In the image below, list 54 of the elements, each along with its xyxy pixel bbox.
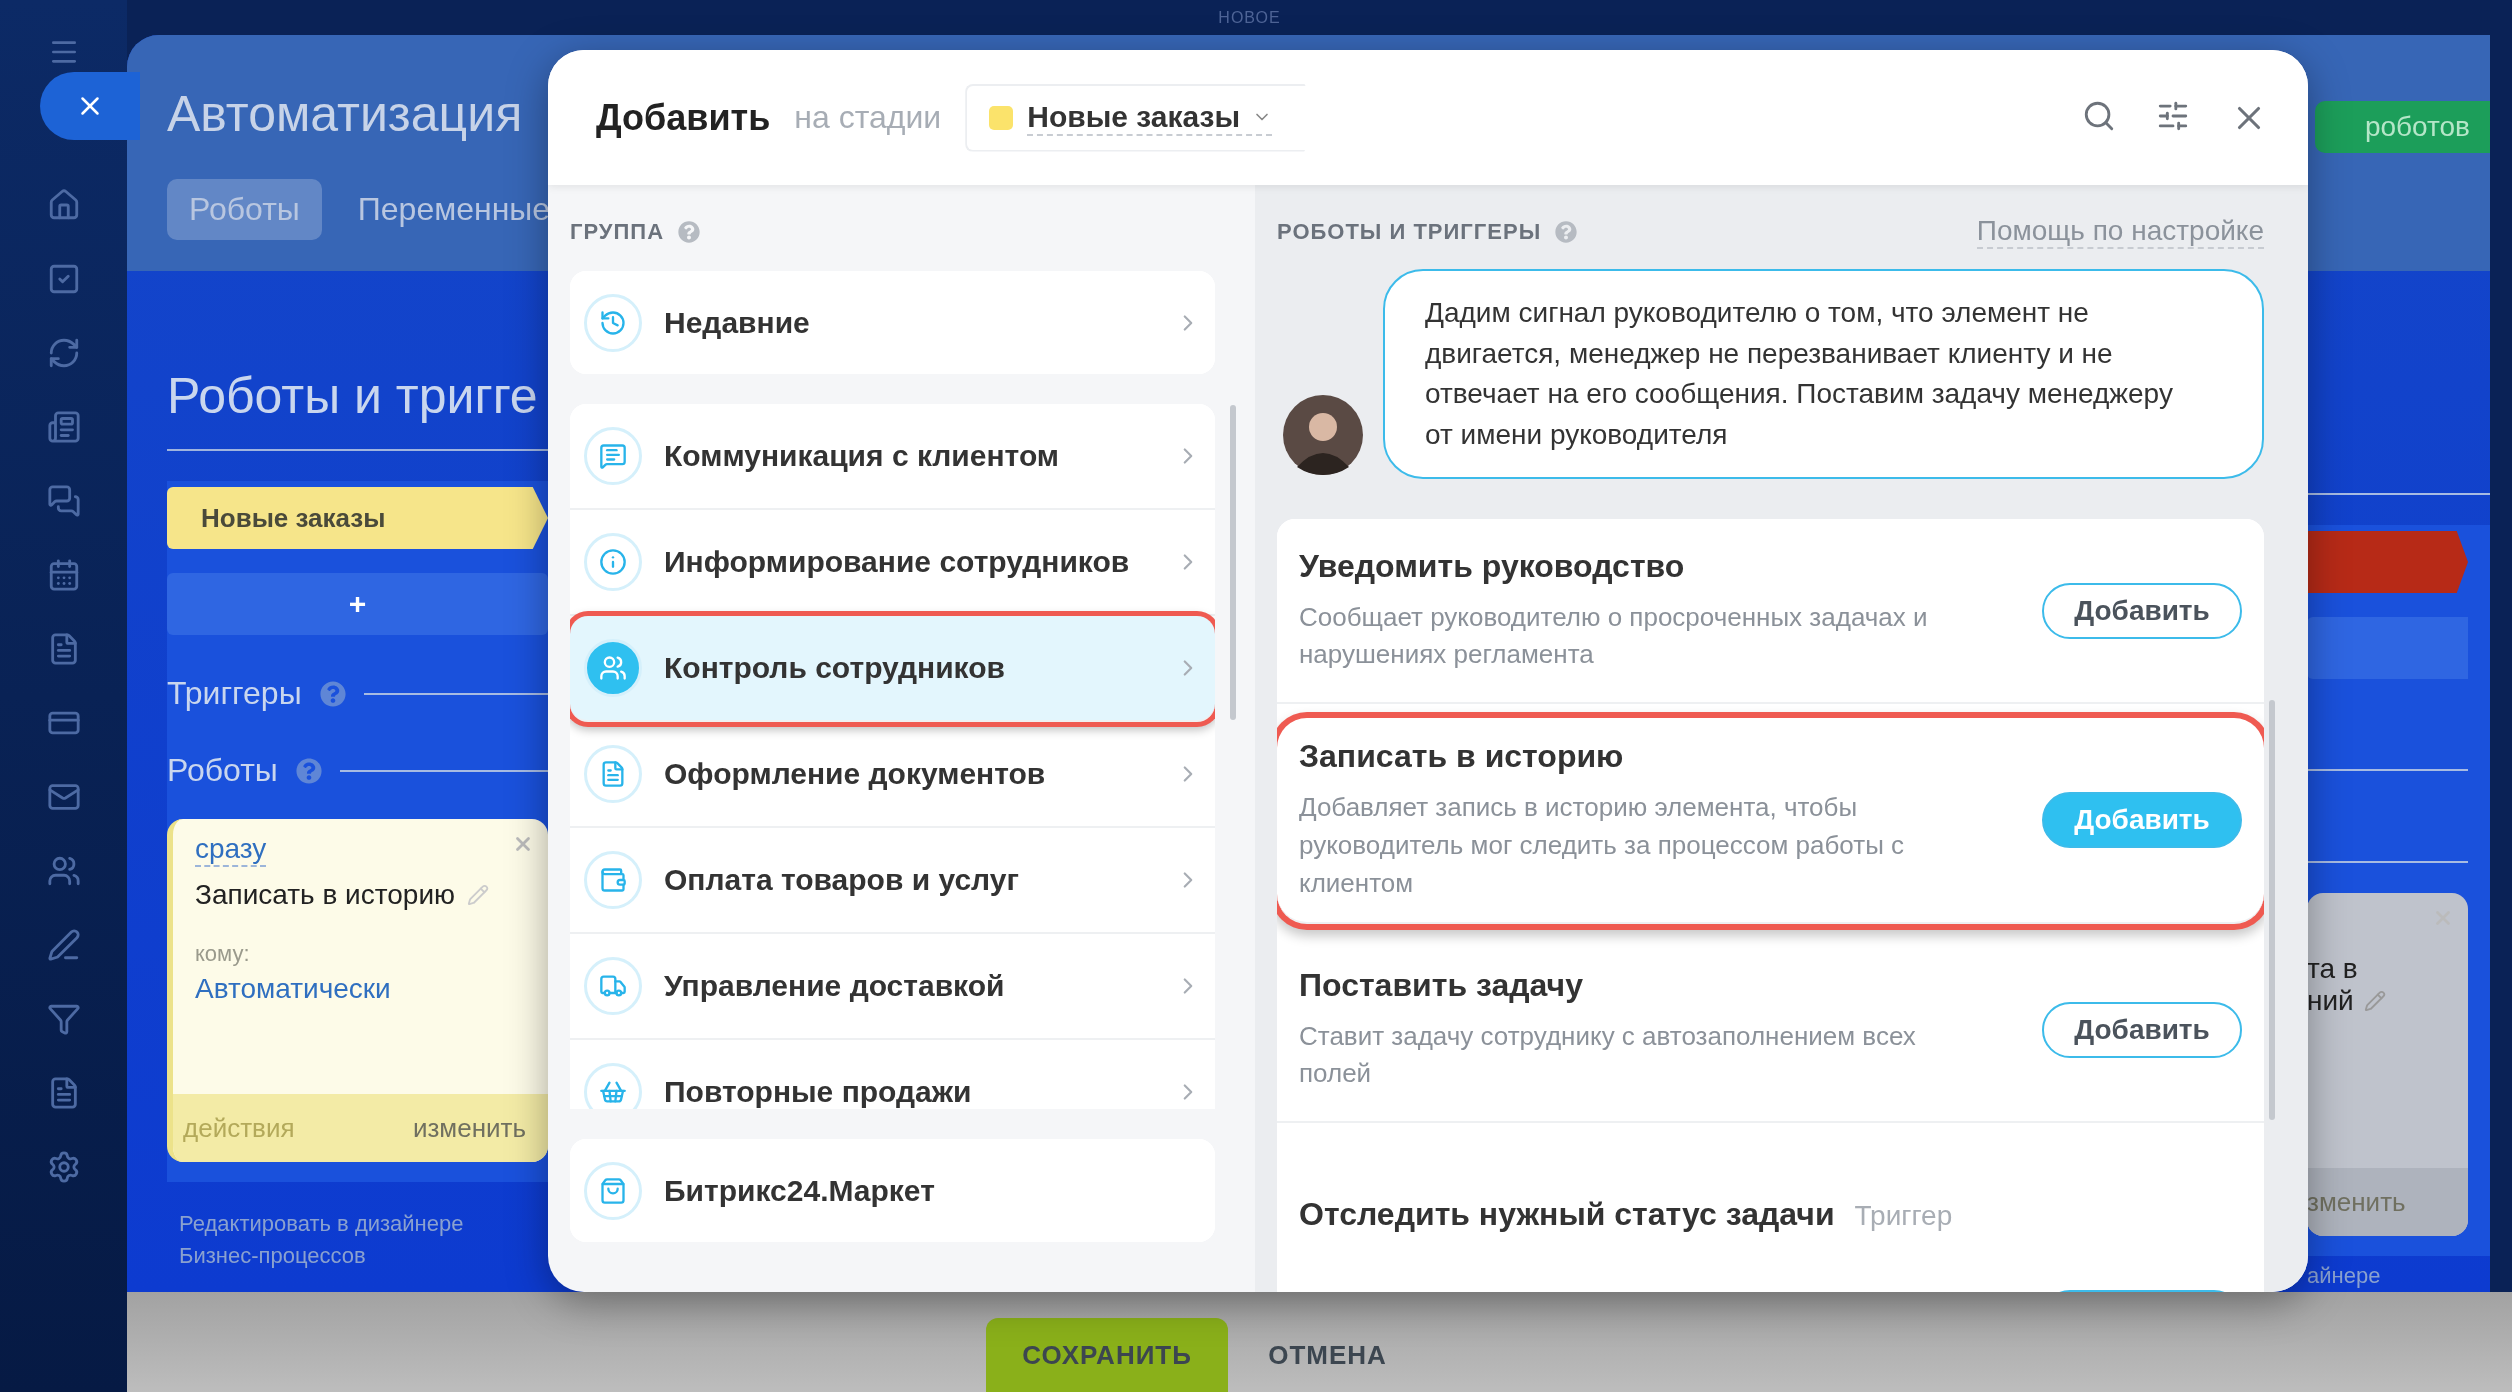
edit-link[interactable]: изменить — [412, 1112, 526, 1144]
help-icon[interactable] — [678, 221, 701, 243]
group-icon — [584, 851, 642, 909]
group-icon — [584, 1063, 642, 1109]
group-heading: ГРУППА — [570, 219, 665, 245]
users-icon[interactable] — [46, 854, 81, 888]
panel-title: Автоматизация — [167, 85, 524, 143]
triggers-label: Триггеры — [167, 675, 302, 713]
group-item[interactable]: Оформление документов — [570, 722, 1215, 828]
pencil-icon[interactable] — [467, 884, 490, 907]
timing-link[interactable]: сразу — [195, 833, 267, 868]
robot-title-fragment: та в — [2307, 953, 2359, 986]
filter-icon[interactable] — [46, 1002, 81, 1036]
save-button[interactable]: СОХРАНИТЬ — [986, 1318, 1229, 1392]
add-button[interactable]: Добавить — [2042, 582, 2242, 639]
robots-heading: РОБОТЫ И ТРИГГЕРЫ — [1277, 219, 1542, 245]
designer-link[interactable]: айнере — [2307, 1260, 2467, 1292]
group-icon — [584, 427, 642, 485]
tip-bubble: Дадим сигнал руководителю о том, что элемент не двигается, менеджер не перезванивает клиенту и не отвечает на его сообщения. Поставим задачу менеджеру от имени руководителя — [1383, 269, 2264, 480]
robot-title: Записать в историю — [1299, 738, 1624, 776]
help-icon[interactable] — [295, 757, 322, 784]
robot-title: Уведомить руководство — [1299, 547, 1685, 585]
close-button[interactable] — [40, 72, 140, 140]
add-stage-button[interactable]: + — [167, 573, 548, 636]
scrollbar[interactable] — [1230, 405, 1236, 720]
robot-description: Сообщает руководителю о просроченных задачах и нарушениях регламента — [1299, 600, 1929, 672]
recipient-label: кому: — [195, 941, 251, 968]
robot-title: Записать в историю — [195, 879, 456, 912]
cancel-button[interactable]: ОТМЕНА — [1262, 1318, 1393, 1392]
help-icon[interactable] — [319, 680, 346, 707]
dialog-title: Добавить — [596, 96, 771, 139]
robot-description: Ставит задачу сотруднику с автозаполнением всех полей — [1299, 1019, 1917, 1091]
robot-title: Отследить нужный статус задачи — [1299, 1196, 1835, 1234]
robot-tag: Триггер — [1854, 1200, 1953, 1233]
top-label: НОВОЕ — [1218, 8, 1281, 27]
robot-title-fragment: ний — [2307, 985, 2354, 1018]
robot-description: Добавляет запись в историю элемента, чтобы руководитель мог следить за процессом работы с клиентом — [1299, 791, 1906, 900]
recipient-value[interactable]: Автоматически — [195, 973, 526, 1006]
robots-label: Роботы — [167, 752, 278, 790]
robot-title: Поставить задачу — [1299, 966, 1583, 1004]
group-icon — [584, 533, 642, 591]
help-icon[interactable] — [1555, 221, 1578, 243]
add-button[interactable]: Добавить — [2042, 1001, 2242, 1058]
stage-ribbon[interactable]: Новые заказы — [167, 487, 548, 550]
chat-icon[interactable] — [46, 484, 81, 518]
scrollbar[interactable] — [2269, 700, 2275, 1120]
pencil-icon[interactable] — [2363, 990, 2386, 1013]
pen-icon[interactable] — [46, 928, 81, 962]
newspaper-icon[interactable] — [46, 410, 81, 444]
stage-marker — [989, 105, 1014, 130]
group-icon — [584, 957, 642, 1015]
stage-label: на стадии — [794, 99, 942, 136]
help-link[interactable]: Помощь по настройке — [1976, 215, 2264, 249]
designer-link[interactable]: Редактировать в дизайнере Бизнес-процессов — [167, 1208, 497, 1272]
